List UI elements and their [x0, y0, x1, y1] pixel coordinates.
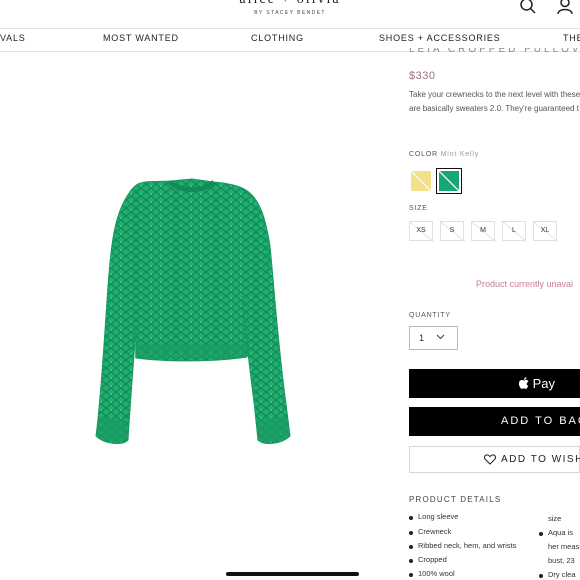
search-icon[interactable] [519, 0, 537, 20]
quantity-value: 1 [419, 333, 425, 343]
product-details-heading[interactable]: PRODUCT DETAILS [409, 495, 501, 504]
apple-pay-button[interactable]: Pay [409, 369, 580, 398]
bullet-icon [409, 545, 413, 549]
nav-item-shoes-accessories[interactable]: SHOES + ACCESSORIES [379, 33, 501, 43]
apple-logo-icon [518, 376, 533, 391]
bullet-icon [409, 516, 413, 520]
detail-item: bust, 23 [548, 556, 575, 565]
size-option-label: S [449, 227, 455, 234]
detail-item: her meas [548, 542, 580, 551]
color-label: COLOR [409, 151, 438, 158]
add-to-wishlist-button[interactable]: ADD TO WISHLI [409, 446, 580, 473]
quantity-select[interactable]: 1 [409, 326, 458, 350]
unavailable-slash-icon [439, 171, 459, 191]
nav-item-most-wanted[interactable]: MOST WANTED [103, 33, 179, 43]
bullet-icon [539, 574, 543, 578]
detail-item: Ribbed neck, hem, and wrists [418, 541, 517, 550]
description-line: Take your crewnecks to the next level wi… [409, 90, 580, 99]
bullet-icon [409, 573, 413, 577]
chevron-down-icon [436, 332, 445, 343]
size-option-label: L [512, 227, 516, 234]
size-option-xs[interactable]: XS [409, 221, 434, 242]
account-icon[interactable] [556, 0, 574, 20]
wishlist-label: ADD TO WISHLI [501, 454, 580, 465]
bullet-icon [539, 532, 543, 536]
color-swatch-mint-kelly[interactable] [436, 168, 462, 194]
nav-item-clothing[interactable]: CLOTHING [251, 33, 304, 43]
detail-item: Dry clea [548, 570, 576, 579]
color-swatch-yellow[interactable] [410, 170, 432, 192]
description-line: are basically sweaters 2.0. They're guar… [409, 104, 579, 113]
bullet-icon [409, 559, 413, 563]
detail-item: Long sleeve [418, 512, 459, 521]
color-selector-label: COLOR Mint Kelly [409, 151, 479, 158]
size-option-l[interactable]: L [502, 221, 527, 242]
detail-item: Aqua is [548, 528, 574, 537]
bullet-icon [409, 531, 413, 535]
heart-icon [484, 454, 496, 468]
apple-pay-label: Pay [532, 376, 556, 391]
size-option-label: M [480, 227, 486, 234]
availability-message: Product currently unavai [476, 279, 574, 289]
size-option-label: XL [540, 227, 550, 234]
detail-item: size [548, 514, 562, 523]
detail-item: 100% wool [418, 569, 455, 578]
add-to-bag-button[interactable]: ADD TO BAG [409, 407, 580, 436]
size-option-m[interactable]: M [471, 221, 496, 242]
size-option-s[interactable]: S [440, 221, 465, 242]
quantity-label: QUANTITY [409, 312, 451, 319]
size-option-xl[interactable]: XL [533, 221, 558, 242]
product-price: $330 [409, 70, 436, 82]
selected-color-name: Mint Kelly [440, 151, 479, 158]
brand-subtitle: BY STACEY BENDET [254, 10, 326, 16]
unavailable-slash-icon [410, 170, 432, 192]
site-header: alice + olivia BY STACEY BENDET [0, 0, 580, 29]
nav-item-arrivals[interactable]: VALS [0, 33, 26, 43]
product-details-list: Long sleeve Crewneck Ribbed neck, hem, a… [409, 512, 580, 580]
size-option-label: XS [416, 227, 426, 234]
product-description: Take your crewnecks to the next level wi… [409, 88, 580, 116]
size-label: SIZE [409, 205, 428, 212]
product-image[interactable] [86, 176, 310, 448]
detail-item: Crewneck [418, 527, 452, 536]
home-indicator[interactable] [226, 572, 359, 576]
brand-logo[interactable]: alice + olivia [0, 0, 580, 8]
detail-item: Cropped [418, 555, 447, 564]
nav-item-the[interactable]: THE [563, 33, 580, 43]
